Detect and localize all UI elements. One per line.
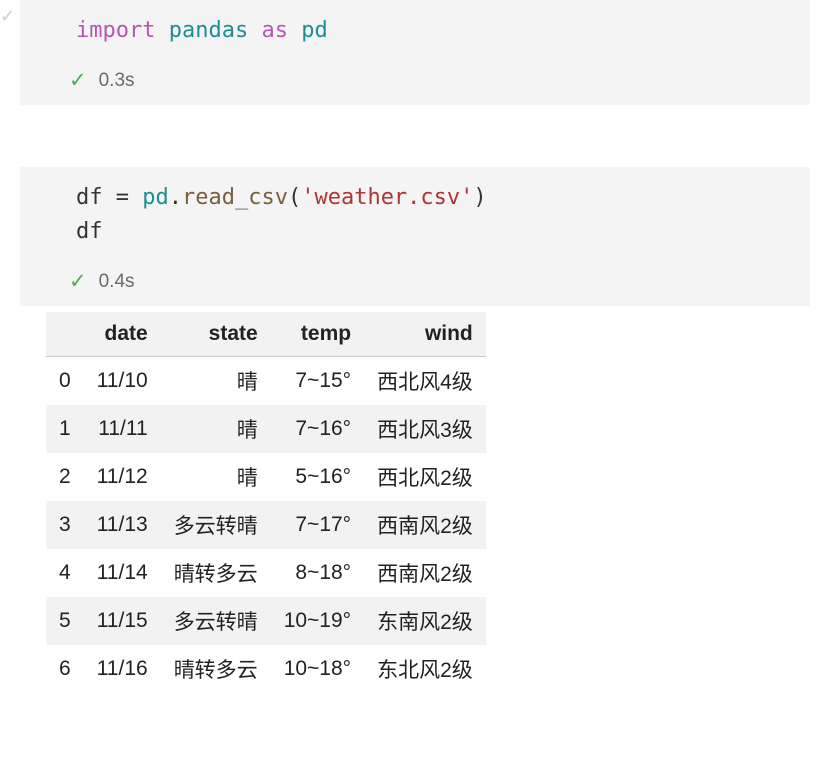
table-row: 111/11晴7~16°西北风3级 [46,405,486,453]
dataframe-output: date state temp wind 011/10晴7~15°西北风4级11… [46,312,820,693]
row-index: 2 [46,453,84,501]
table-row: 311/13多云转晴7~17°西南风2级 [46,501,486,549]
row-index: 6 [46,645,84,693]
table-cell: 晴转多云 [161,549,271,597]
table-row: 211/12晴5~16°西北风2级 [46,453,486,501]
row-index: 4 [46,549,84,597]
table-cell: 8~18° [271,549,364,597]
code-editor[interactable]: df = pd.read_csv('weather.csv') df [20,167,810,263]
dataframe-table: date state temp wind 011/10晴7~15°西北风4级11… [46,312,486,693]
table-cell: 西北风2级 [364,453,486,501]
table-cell: 11/12 [84,453,161,501]
row-index: 5 [46,597,84,645]
table-cell: 东南风2级 [364,597,486,645]
table-cell: 西北风3级 [364,405,486,453]
row-index: 3 [46,501,84,549]
execution-status: ✓ 0.3s [20,62,810,105]
elapsed-time: 0.3s [99,70,135,92]
column-header: wind [364,312,486,357]
cell-executed-indicator: ✓ [0,6,15,27]
table-row: 411/14晴转多云8~18°西南风2级 [46,549,486,597]
column-header: temp [271,312,364,357]
table-cell: 7~16° [271,405,364,453]
table-cell: 11/14 [84,549,161,597]
table-cell: 10~19° [271,597,364,645]
table-cell: 晴 [161,453,271,501]
table-cell: 西南风2级 [364,501,486,549]
column-header: date [84,312,161,357]
table-cell: 东北风2级 [364,645,486,693]
table-cell: 11/10 [84,357,161,406]
table-cell: 西南风2级 [364,549,486,597]
table-cell: 多云转晴 [161,597,271,645]
row-index: 1 [46,405,84,453]
code-cell[interactable]: df = pd.read_csv('weather.csv') df ✓ 0.4… [20,167,810,306]
table-cell: 多云转晴 [161,501,271,549]
table-row: 611/16晴转多云10~18°东北风2级 [46,645,486,693]
table-cell: 西北风4级 [364,357,486,406]
row-index: 0 [46,357,84,406]
table-body: 011/10晴7~15°西北风4级111/11晴7~16°西北风3级211/12… [46,357,486,694]
table-cell: 11/15 [84,597,161,645]
elapsed-time: 0.4s [99,271,135,293]
table-cell: 7~15° [271,357,364,406]
check-icon: ✓ [69,68,87,93]
table-cell: 11/13 [84,501,161,549]
table-cell: 晴 [161,357,271,406]
table-row: 511/15多云转晴10~19°东南风2级 [46,597,486,645]
table-cell: 5~16° [271,453,364,501]
table-cell: 晴转多云 [161,645,271,693]
column-header: state [161,312,271,357]
code-cell[interactable]: import pandas as pd ✓ 0.3s [20,0,810,105]
table-cell: 晴 [161,405,271,453]
check-icon: ✓ [69,269,87,294]
table-cell: 7~17° [271,501,364,549]
execution-status: ✓ 0.4s [20,263,810,306]
table-header-row: date state temp wind [46,312,486,357]
code-editor[interactable]: import pandas as pd [20,0,810,62]
index-header [46,312,84,357]
table-row: 011/10晴7~15°西北风4级 [46,357,486,406]
table-cell: 10~18° [271,645,364,693]
table-cell: 11/16 [84,645,161,693]
table-cell: 11/11 [84,405,161,453]
